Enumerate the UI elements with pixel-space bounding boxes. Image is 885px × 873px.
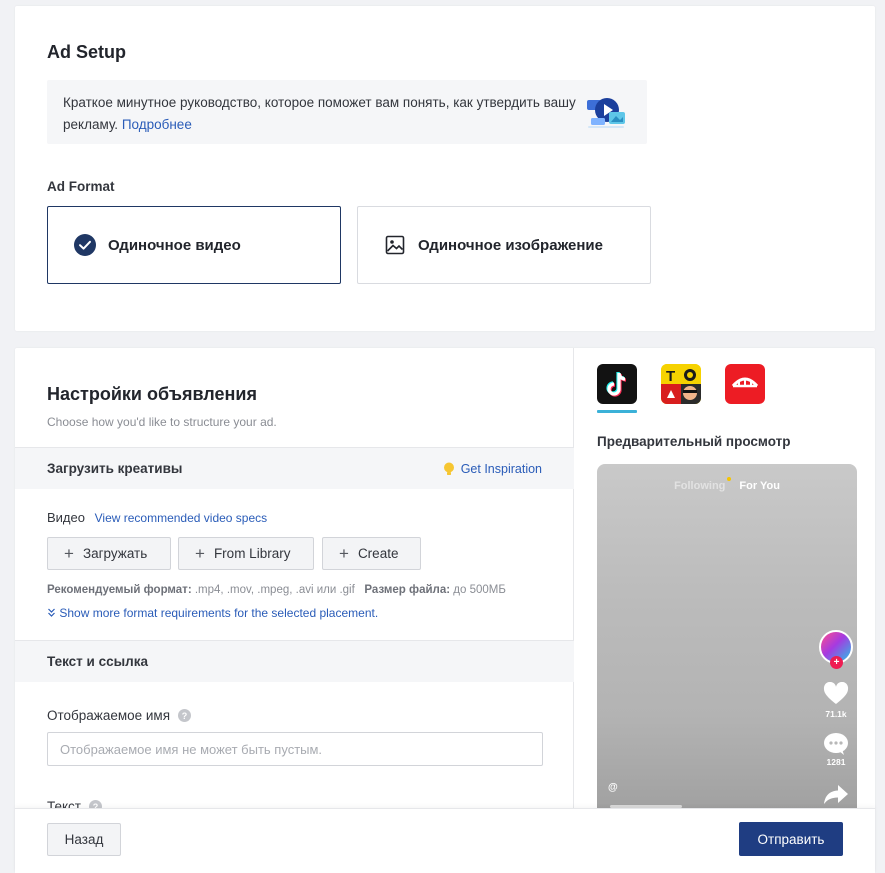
get-inspiration-link[interactable]: Get Inspiration [443, 462, 542, 476]
check-circle-icon [74, 234, 96, 256]
plus-icon: + [339, 544, 349, 563]
video-specs-link[interactable]: View recommended video specs [95, 511, 268, 525]
from-library-button[interactable]: + From Library [178, 537, 314, 570]
format-single-video[interactable]: Одиночное видео [47, 206, 341, 284]
video-guide-illustration-icon [587, 98, 625, 128]
image-icon [384, 234, 406, 256]
display-name-label-row: Отображаемое имя ? [47, 708, 192, 723]
ad-setup-card: Ad Setup Краткое минутное руководство, к… [15, 6, 875, 331]
format-single-video-label: Одиночное видео [108, 236, 241, 254]
following-tab-label: Following [674, 480, 726, 492]
format-info-value: .mp4, .mov, .mpeg, .avi или .gif [194, 584, 355, 596]
ad-setup-title: Ad Setup [47, 42, 126, 62]
ad-settings-title: Настройки объявления [47, 384, 257, 404]
topbuzz-app-tab[interactable]: T [661, 364, 701, 404]
comment-icon [824, 733, 848, 755]
more-requirements-link[interactable]: Show more format requirements for the se… [47, 606, 378, 620]
back-button[interactable]: Назад [47, 823, 121, 856]
share-icon [824, 785, 848, 804]
tiktok-app-tab[interactable] [597, 364, 637, 404]
video-row: Видео View recommended video specs [47, 510, 267, 525]
format-single-image-label: Одиночное изображение [418, 236, 603, 254]
follow-plus-icon: + [830, 656, 843, 669]
comments-count: 1281 [826, 757, 846, 767]
heart-icon [823, 682, 849, 704]
plus-icon: + [64, 544, 74, 563]
format-single-image[interactable]: Одиночное изображение [357, 206, 651, 284]
get-inspiration-label: Get Inspiration [460, 461, 542, 476]
guide-banner: Краткое минутное руководство, которое по… [47, 80, 647, 144]
tiktok-phone-preview: Following For You + 71.1k 1281 @ [597, 464, 857, 824]
ad-settings-card: Настройки объявления Choose how you'd li… [15, 348, 875, 873]
babe-app-tab[interactable] [725, 364, 765, 404]
file-size-value: до 500МБ [453, 584, 506, 596]
plus-icon: + [195, 544, 205, 563]
upload-button-label: Загружать [82, 546, 148, 561]
format-info: Рекомендуемый формат: .mp4, .mov, .mpeg,… [47, 584, 506, 596]
lightbulb-icon [443, 462, 454, 475]
ad-settings-form: Настройки объявления Choose how you'd li… [15, 348, 574, 873]
text-link-section-header: Текст и ссылка [15, 640, 574, 682]
following-tab: Following [674, 477, 732, 492]
footer-bar: Назад Отправить [15, 808, 875, 873]
for-you-tab: For You [739, 480, 780, 492]
guide-learn-more-link[interactable]: Подробнее [122, 117, 192, 132]
display-name-label: Отображаемое имя [47, 708, 171, 723]
format-info-label: Рекомендуемый формат: [47, 584, 192, 596]
display-name-input[interactable] [47, 732, 543, 766]
double-chevron-down-icon [48, 608, 55, 617]
preview-panel: T Предварительный просмотр Following For… [575, 348, 875, 873]
selected-app-underline [597, 410, 637, 413]
tiktok-icon [606, 371, 627, 397]
ad-settings-subtitle: Choose how you'd like to structure your … [47, 415, 277, 429]
likes-count: 71.1k [825, 709, 847, 719]
video-label: Видео [47, 510, 85, 525]
text-link-title: Текст и ссылка [47, 654, 148, 669]
account-handle: @ [608, 782, 618, 793]
file-size-label: Размер файла: [364, 584, 451, 596]
feed-tabs: Following For You [597, 477, 857, 492]
upload-creatives-section-header: Загрузить креативы Get Inspiration [15, 447, 574, 489]
create-button[interactable]: + Create [322, 537, 421, 570]
babe-icon [731, 377, 759, 388]
notification-dot [727, 477, 732, 481]
from-library-button-label: From Library [213, 546, 291, 561]
preview-title: Предварительный просмотр [597, 434, 791, 449]
create-button-label: Create [357, 546, 399, 561]
submit-button[interactable]: Отправить [739, 822, 843, 856]
svg-text:T: T [666, 368, 675, 385]
ad-format-label: Ad Format [47, 179, 115, 194]
more-requirements-label: Show more format requirements for the se… [59, 606, 379, 620]
upload-button[interactable]: + Загружать [47, 537, 171, 570]
upload-creatives-title: Загрузить креативы [47, 461, 183, 476]
topbuzz-icon: T [661, 364, 701, 404]
help-icon[interactable]: ? [178, 709, 192, 722]
